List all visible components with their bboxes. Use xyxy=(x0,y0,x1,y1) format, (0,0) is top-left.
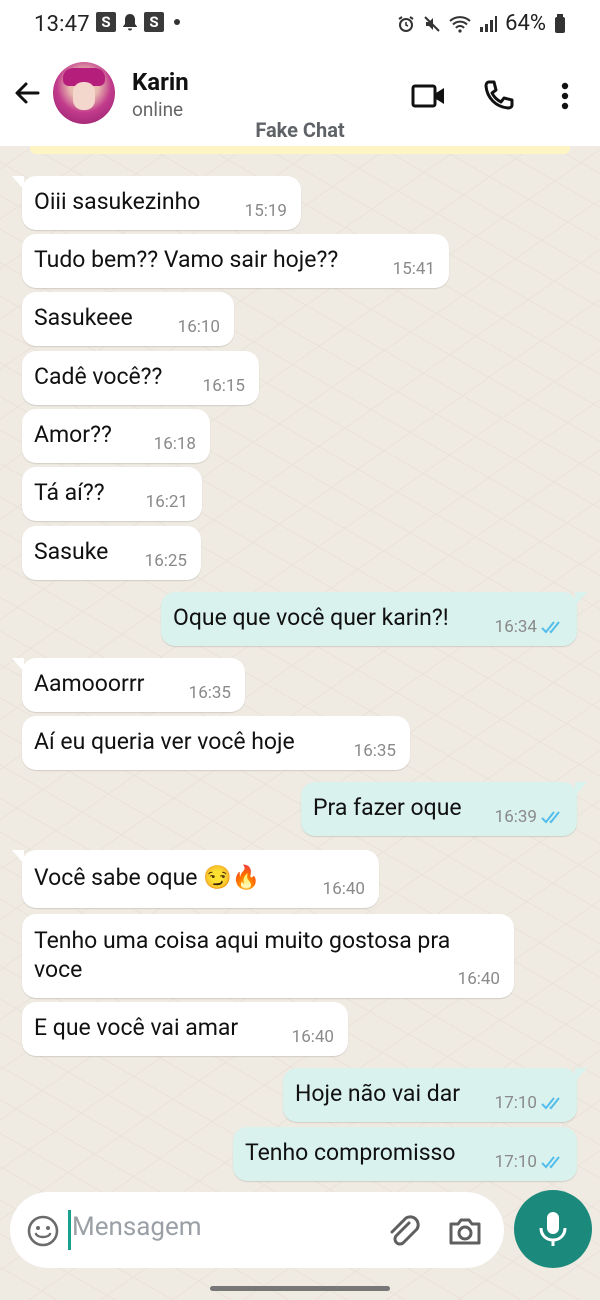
message-time: 16:35 xyxy=(188,683,231,703)
message-incoming[interactable]: Tudo bem?? Vamo sair hoje?? 15:41 xyxy=(22,234,449,288)
message-incoming[interactable]: Sasukeee 16:10 xyxy=(22,292,234,346)
alarm-icon xyxy=(398,15,414,32)
message-incoming[interactable]: Amor?? 16:18 xyxy=(22,409,210,463)
system-icons: 64% xyxy=(397,11,566,36)
message-incoming[interactable]: Aí eu queria ver você hoje 16:35 xyxy=(22,716,410,770)
more-vert-icon[interactable] xyxy=(545,76,585,116)
message-incoming[interactable]: Tenho uma coisa aqui muito gostosa pra v… xyxy=(22,914,514,998)
message-time: 15:41 xyxy=(392,259,435,279)
message-time: 16:15 xyxy=(202,376,245,396)
read-ticks-icon xyxy=(541,1156,560,1169)
arrow-left-icon[interactable] xyxy=(12,78,42,108)
message-text: Aí eu queria ver você hoje xyxy=(34,728,295,755)
message-text: Você sabe oque 😏🔥 xyxy=(34,864,261,891)
app-notification-icon: S xyxy=(144,12,164,32)
message-text: Tá aí?? xyxy=(34,479,105,506)
message-incoming[interactable]: Oiii sasukezinho 15:19 xyxy=(12,176,301,230)
notification-icons: S S xyxy=(96,12,180,32)
signal-icon xyxy=(480,15,498,32)
chat-header: Karin online Fake Chat xyxy=(0,48,600,146)
message-text: Sasukeee xyxy=(34,304,133,331)
message-incoming[interactable]: Sasuke 16:25 xyxy=(22,526,201,580)
message-text: Sasuke xyxy=(34,538,109,565)
read-ticks-icon xyxy=(541,811,560,824)
message-time: 16:40 xyxy=(291,1027,334,1047)
emoji-icon[interactable] xyxy=(26,1214,60,1248)
message-time: 16:34 xyxy=(495,617,565,637)
message-incoming[interactable]: E que você vai amar 16:40 xyxy=(22,1002,348,1056)
message-text: Hoje não vai dar xyxy=(295,1080,461,1107)
message-time: 17:10 xyxy=(495,1093,565,1113)
paperclip-icon[interactable] xyxy=(384,1212,422,1250)
message-time: 16:40 xyxy=(322,879,365,899)
message-time: 16:40 xyxy=(457,969,500,989)
message-outgoing[interactable]: Pra fazer oque 16:39 xyxy=(301,782,587,836)
message-time: 16:18 xyxy=(153,434,196,454)
message-text: Amor?? xyxy=(34,421,112,448)
message-time-text: 17:10 xyxy=(494,1152,537,1172)
message-time: 15:19 xyxy=(244,201,287,221)
wifi-icon xyxy=(449,15,471,33)
message-text: E que você vai amar xyxy=(34,1014,239,1041)
avatar[interactable] xyxy=(53,62,115,124)
read-ticks-icon xyxy=(541,621,560,634)
text-cursor xyxy=(68,1210,71,1250)
read-ticks-icon xyxy=(541,1097,560,1110)
mic-icon xyxy=(539,1212,567,1246)
video-call-icon[interactable] xyxy=(408,76,448,116)
bell-icon xyxy=(123,14,137,31)
message-time: 16:10 xyxy=(177,317,220,337)
watermark-label: Fake Chat xyxy=(255,118,345,142)
message-text: Pra fazer oque xyxy=(313,794,462,821)
message-incoming[interactable]: Tá aí?? 16:21 xyxy=(22,467,202,521)
message-time-text: 16:34 xyxy=(494,617,537,637)
message-time: 16:25 xyxy=(144,551,187,571)
message-time-text: 17:10 xyxy=(494,1093,537,1113)
mic-button[interactable] xyxy=(514,1190,592,1268)
phone-icon[interactable] xyxy=(478,76,518,116)
message-text: Aamooorrr xyxy=(34,670,145,697)
mute-icon xyxy=(424,15,440,32)
contact-name[interactable]: Karin xyxy=(132,68,189,96)
message-time: 16:21 xyxy=(145,492,188,512)
app-notification-icon: S xyxy=(96,12,116,32)
message-time: 17:10 xyxy=(495,1152,565,1172)
message-incoming[interactable]: Cadê você?? 16:15 xyxy=(22,351,259,405)
avatar-face xyxy=(73,82,95,110)
camera-icon[interactable] xyxy=(446,1212,484,1250)
message-text: Oque que você quer karin?! xyxy=(173,604,449,631)
status-bar: 13:47 S S 64% xyxy=(0,0,600,48)
message-outgoing[interactable]: Oque que você quer karin?! 16:34 xyxy=(161,592,587,646)
message-outgoing[interactable]: Hoje não vai dar 17:10 xyxy=(283,1068,587,1122)
message-input[interactable]: Mensagem xyxy=(72,1212,202,1242)
battery-icon xyxy=(555,13,565,33)
more-notifications-dot xyxy=(174,19,180,25)
message-outgoing[interactable]: Tenho compromisso 17:10 xyxy=(233,1127,577,1181)
message-time: 16:39 xyxy=(495,807,565,827)
message-text: Tenho uma coisa aqui muito gostosa pra v… xyxy=(34,927,451,983)
message-incoming[interactable]: Aamooorrr 16:35 xyxy=(12,658,245,712)
message-incoming[interactable]: Você sabe oque 😏🔥 16:40 xyxy=(12,850,379,908)
encryption-banner xyxy=(30,146,570,154)
message-text: Tudo bem?? Vamo sair hoje?? xyxy=(34,246,339,273)
message-composer: Mensagem xyxy=(10,1192,504,1268)
message-text: Cadê você?? xyxy=(34,363,163,390)
home-indicator[interactable] xyxy=(210,1286,390,1291)
message-time: 16:35 xyxy=(353,741,396,761)
message-text: Oiii sasukezinho xyxy=(34,188,201,215)
battery-percent: 64% xyxy=(505,11,546,36)
message-text: Tenho compromisso xyxy=(245,1139,456,1166)
status-time: 13:47 xyxy=(34,12,90,37)
message-time-text: 16:39 xyxy=(494,807,537,827)
